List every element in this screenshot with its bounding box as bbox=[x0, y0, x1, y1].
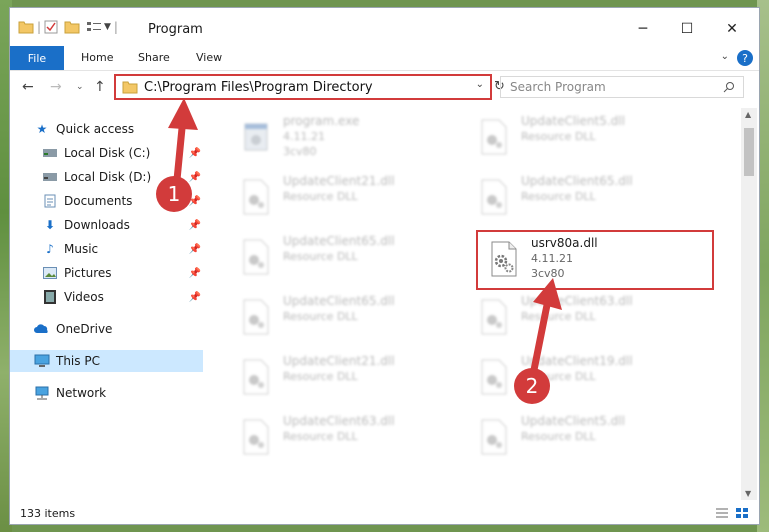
annotation-arrows bbox=[168, 98, 562, 384]
callout-1: 1 bbox=[156, 176, 192, 212]
arrow-2 bbox=[528, 278, 562, 384]
callout-2: 2 bbox=[514, 368, 550, 404]
